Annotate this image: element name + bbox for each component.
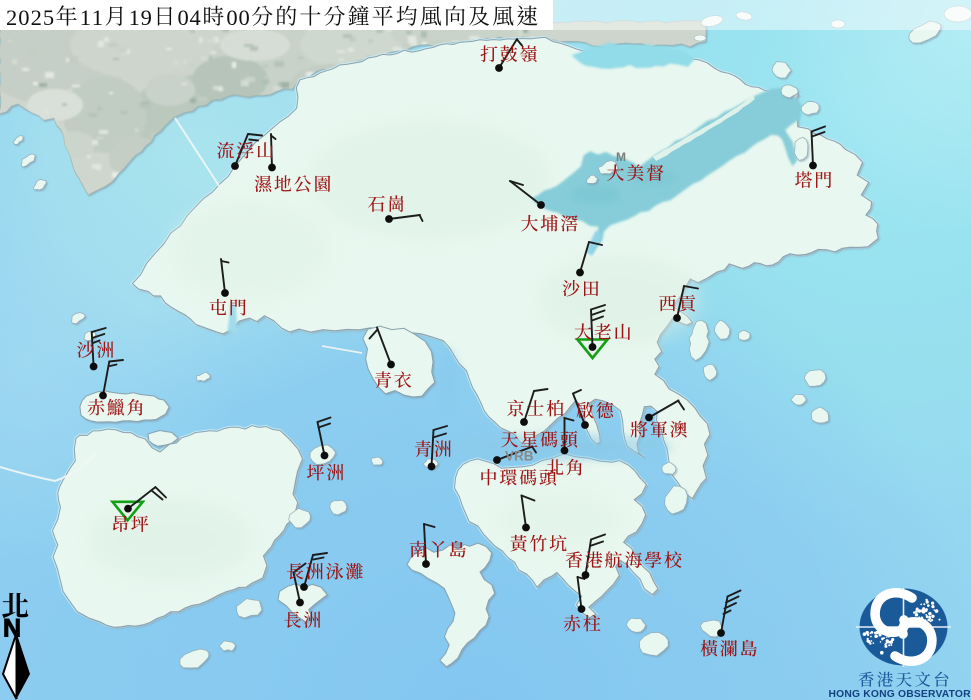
svg-text:19: 19 — [129, 5, 152, 30]
svg-text:00: 00 — [226, 5, 249, 30]
svg-text:VRB: VRB — [505, 449, 534, 464]
svg-text:11: 11 — [80, 5, 103, 30]
svg-text:HONG KONG OBSERVATORY: HONG KONG OBSERVATORY — [829, 689, 971, 700]
svg-text:N: N — [3, 615, 21, 643]
svg-text:04: 04 — [178, 5, 201, 30]
svg-text:M: M — [616, 150, 626, 164]
svg-text:2025: 2025 — [6, 5, 54, 30]
